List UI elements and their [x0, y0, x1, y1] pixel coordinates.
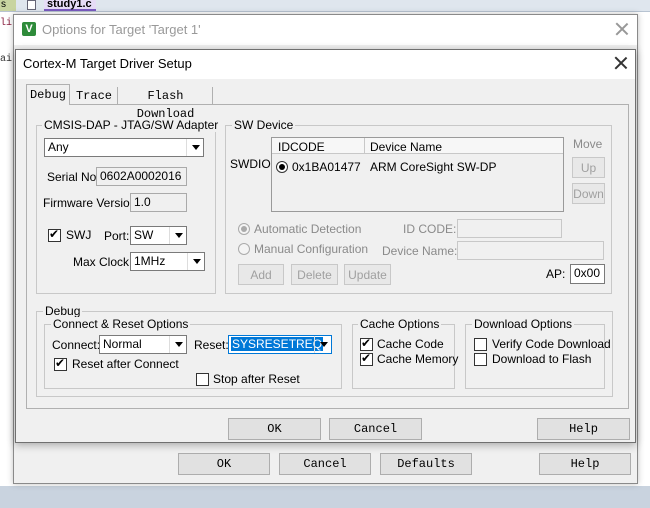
update-button[interactable]: Update: [344, 264, 391, 285]
swj-checkbox[interactable]: [48, 227, 61, 242]
device-name-field[interactable]: [457, 241, 604, 260]
chevron-down-icon: [169, 227, 186, 244]
serial-number-field: 0602A0002016: [96, 167, 187, 186]
download-to-flash-checkbox[interactable]: [474, 353, 487, 366]
delete-button[interactable]: Delete: [291, 264, 338, 285]
manual-configuration-label: Manual Configuration: [254, 242, 369, 256]
cancel-button[interactable]: Cancel: [329, 418, 422, 440]
editor-tab-left[interactable]: s: [0, 0, 16, 11]
editor-tab-study1[interactable]: study1.c: [44, 0, 96, 11]
dialog-title: Cortex-M Target Driver Setup: [23, 56, 192, 71]
stop-after-reset-checkbox[interactable]: [196, 373, 209, 386]
move-down-button[interactable]: Down: [572, 183, 605, 204]
add-button[interactable]: Add: [238, 264, 284, 285]
tab-flash-download[interactable]: Flash Download: [119, 87, 213, 121]
editor-line-text: li: [0, 18, 13, 29]
file-icon: [27, 0, 36, 10]
dialog-close-icon[interactable]: [614, 56, 628, 70]
cache-memory-checkbox[interactable]: [360, 351, 373, 366]
chevron-down-icon: [169, 336, 186, 353]
swdio-label: SWDIO: [230, 157, 271, 171]
serial-label: Serial No:: [47, 170, 100, 184]
automatic-detection-radio[interactable]: [238, 223, 250, 235]
adapter-select-value: Any: [48, 140, 69, 154]
reset-select-value: SYSRESETREQ: [231, 337, 324, 351]
ap-field[interactable]: 0x00: [570, 264, 605, 284]
outer-cancel-button[interactable]: Cancel: [279, 453, 371, 475]
reset-label: Reset:: [194, 338, 229, 352]
column-divider: [364, 138, 365, 154]
id-code-field[interactable]: [457, 219, 562, 238]
connect-select-value: Normal: [103, 337, 142, 351]
editor-tab-bar: [0, 0, 650, 12]
id-code-label: ID CODE:: [403, 222, 457, 236]
outer-defaults-button[interactable]: Defaults: [380, 453, 472, 475]
device-name-label: Device Name:: [382, 244, 458, 258]
firmware-label: Firmware Version:: [43, 196, 140, 210]
download-options-group-label: Download Options: [472, 317, 575, 331]
adapter-group-label: CMSIS-DAP - JTAG/SW Adapter: [42, 118, 221, 132]
verify-download-label: Verify Code Download: [492, 337, 611, 351]
stop-after-reset-label: Stop after Reset: [213, 372, 300, 386]
outer-dialog-title: Options for Target 'Target 1': [42, 22, 201, 37]
max-clock-label: Max Clock:: [73, 255, 133, 269]
cache-code-checkbox[interactable]: [360, 336, 373, 351]
tab-debug[interactable]: Debug: [26, 84, 70, 105]
move-up-button[interactable]: Up: [572, 157, 605, 178]
port-label: Port:: [104, 229, 130, 243]
automatic-detection-label: Automatic Detection: [254, 222, 362, 236]
cache-code-label: Cache Code: [377, 337, 444, 351]
adapter-select[interactable]: Any: [44, 138, 204, 157]
swj-label: SWJ: [66, 228, 92, 242]
help-button[interactable]: Help: [537, 418, 630, 440]
reset-select[interactable]: SYSRESETREQ: [228, 335, 332, 354]
chevron-down-icon: [186, 139, 203, 156]
move-label: Move: [573, 137, 603, 151]
editor-line-text: ai: [0, 54, 13, 65]
ap-label: AP:: [546, 267, 566, 281]
reset-after-connect-checkbox[interactable]: [54, 356, 67, 371]
device-row-idcode[interactable]: 0x1BA01477: [292, 160, 361, 174]
ok-button[interactable]: OK: [228, 418, 321, 440]
outer-ok-button[interactable]: OK: [178, 453, 270, 475]
sw-device-group-label: SW Device: [232, 118, 296, 132]
chevron-down-icon: [187, 253, 204, 270]
cache-memory-label: Cache Memory: [377, 352, 459, 366]
outer-help-button[interactable]: Help: [539, 453, 631, 475]
firmware-version-field: 1.0: [130, 193, 187, 212]
debug-group-label: Debug: [43, 304, 83, 318]
verify-download-checkbox[interactable]: [474, 338, 487, 351]
connect-select[interactable]: Normal: [99, 335, 187, 354]
port-select-value: SW: [134, 228, 154, 242]
chevron-down-icon: [314, 336, 331, 353]
connect-label: Connect:: [52, 338, 101, 352]
app-icon: V: [22, 22, 36, 36]
device-row-radio[interactable]: [276, 161, 288, 173]
outer-close-icon[interactable]: [615, 22, 629, 36]
col-idcode-header: IDCODE: [278, 140, 325, 154]
connect-reset-group-label: Connect & Reset Options: [51, 317, 191, 331]
manual-configuration-radio[interactable]: [238, 243, 250, 255]
cache-options-group-label: Cache Options: [358, 317, 442, 331]
port-select[interactable]: SW: [130, 226, 187, 245]
download-to-flash-label: Download to Flash: [492, 352, 592, 366]
tab-trace[interactable]: Trace: [71, 87, 118, 104]
device-row-name[interactable]: ARM CoreSight SW-DP: [370, 160, 496, 174]
max-clock-select[interactable]: 1MHz: [130, 252, 205, 271]
reset-after-connect-label: Reset after Connect: [72, 357, 179, 371]
col-device-header: Device Name: [370, 140, 443, 154]
status-bar: [0, 486, 650, 508]
max-clock-select-value: 1MHz: [134, 254, 166, 268]
